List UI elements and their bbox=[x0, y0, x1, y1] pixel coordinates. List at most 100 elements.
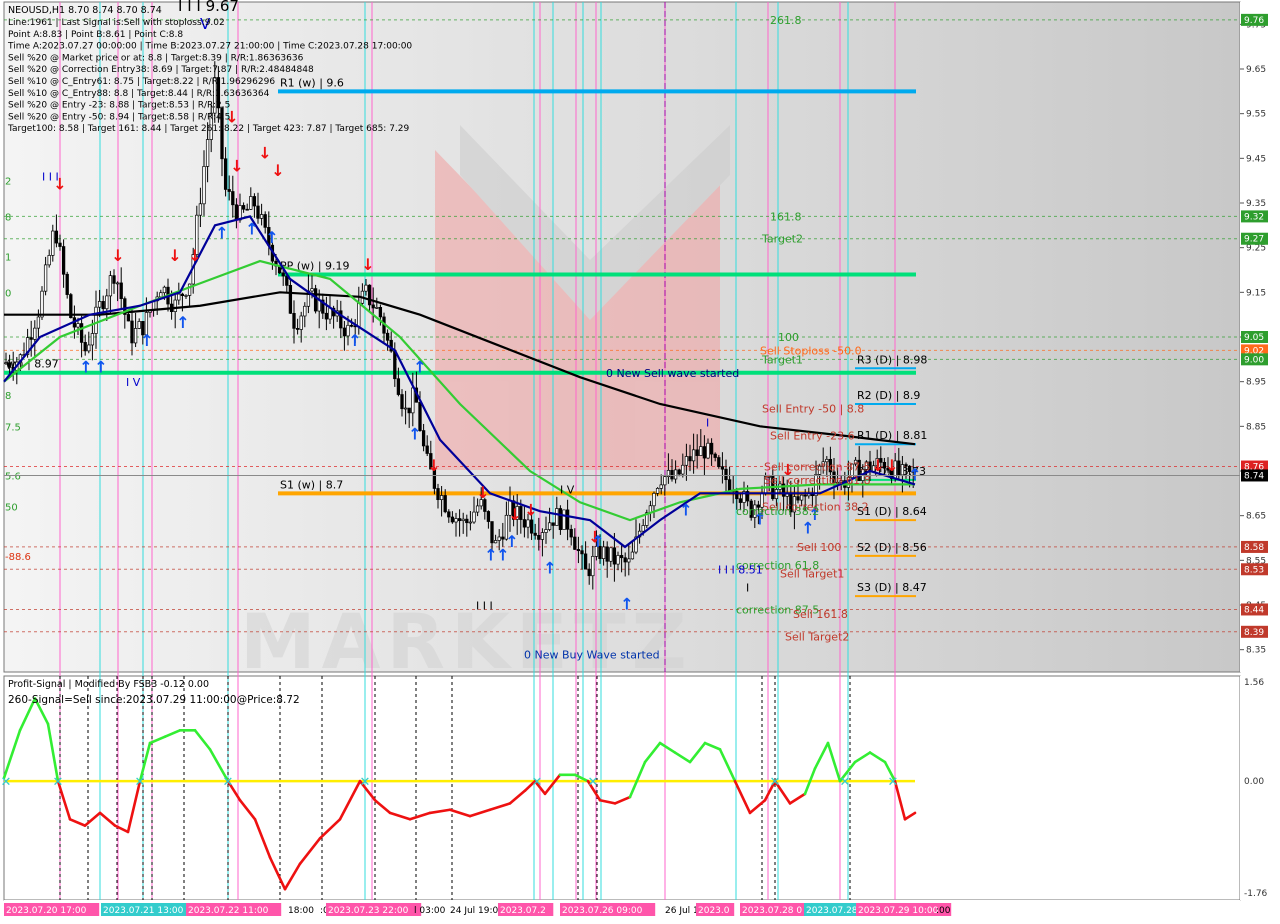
candle-body bbox=[263, 214, 267, 228]
candle-body bbox=[407, 407, 411, 414]
sell-arrow-icon: ↓ bbox=[885, 456, 898, 475]
candle-body bbox=[180, 293, 185, 297]
crossover-icon: ✕ bbox=[888, 775, 899, 790]
candle-body bbox=[245, 208, 249, 211]
candle-body bbox=[472, 511, 476, 523]
fib-label: 100 bbox=[778, 331, 799, 344]
candle-body bbox=[627, 558, 631, 563]
candle-body bbox=[738, 498, 743, 503]
candle-body bbox=[367, 284, 372, 306]
candle-body bbox=[259, 214, 264, 219]
fib-label: Sell Target1 bbox=[780, 568, 844, 581]
level-label: S2 (D) | 8.56 bbox=[857, 541, 927, 554]
candle-body bbox=[663, 476, 667, 486]
symbol-line: NEOUSD,H1 8.70 8.74 8.70 8.74 bbox=[8, 5, 162, 16]
indicator-tick-label: -1.76 bbox=[1244, 889, 1268, 899]
candle-body bbox=[4, 362, 8, 365]
candle-body bbox=[7, 362, 12, 368]
info-line: Sell %20 @ Entry -23: 8.88 | Target:8.53… bbox=[8, 101, 230, 111]
buy-arrow-icon: ↑ bbox=[94, 358, 107, 377]
candle-body bbox=[411, 387, 415, 414]
candle-body bbox=[709, 442, 714, 455]
sell-arrow-icon: ↓ bbox=[871, 456, 884, 475]
candle-body bbox=[684, 456, 689, 466]
candle-body bbox=[720, 466, 725, 470]
info-line: Target100: 8.58 | Target 161: 8.44 | Tar… bbox=[7, 124, 410, 134]
candle-body bbox=[47, 255, 51, 266]
buy-arrow-icon: ↑ bbox=[679, 501, 692, 520]
candle-body bbox=[673, 469, 678, 480]
wave-label: 0 New Sell wave started bbox=[606, 367, 739, 380]
candle-body bbox=[587, 568, 591, 577]
candle-body bbox=[29, 337, 33, 340]
indicator-panel bbox=[3, 675, 1241, 901]
candle-body bbox=[583, 553, 588, 570]
candle-body bbox=[425, 445, 429, 454]
price-marker-label: 9.00 bbox=[1244, 355, 1264, 365]
candle-body bbox=[375, 307, 379, 309]
time-tick-label: 2023.07.26 09:00 bbox=[562, 906, 643, 916]
candle-body bbox=[475, 505, 480, 513]
price-tick-label: 9.45 bbox=[1246, 154, 1266, 164]
price-marker-label: 9.05 bbox=[1244, 333, 1264, 343]
candle-body bbox=[717, 457, 721, 467]
info-line: Line:1961 | Last Signal is:Sell with sto… bbox=[8, 18, 225, 28]
fib-label: Sell 161.8 bbox=[793, 608, 848, 621]
candle-body bbox=[119, 282, 123, 300]
candle-body bbox=[162, 286, 167, 294]
candle-body bbox=[688, 456, 692, 462]
crossover-icon: ✕ bbox=[223, 775, 234, 790]
candle-body bbox=[450, 516, 455, 523]
candle-body bbox=[529, 519, 534, 534]
level-label: S3 (D) | 8.47 bbox=[857, 581, 927, 594]
candle-body bbox=[436, 488, 440, 501]
price-tick-label: 9.25 bbox=[1246, 244, 1266, 254]
trading-chart[interactable]: MARKETZ R1 (w) | 9.6PP (w) | 9.19S1 (w) … bbox=[0, 0, 1280, 920]
time-axis: 2023.07.20 17:00 2023.07.21 13:00 2023.07.… bbox=[4, 900, 1240, 920]
level-label: R3 (D) | 8.98 bbox=[857, 353, 927, 366]
candle-body bbox=[652, 492, 656, 507]
sell-arrow-icon: ↓ bbox=[427, 456, 440, 475]
price-tick-label: 9.35 bbox=[1246, 199, 1266, 209]
price-tick-label: 8.85 bbox=[1246, 422, 1266, 432]
fib-label: Target2 bbox=[761, 233, 803, 246]
info-line: Sell %20 @ Entry -50: 8.94 | Target:8.58… bbox=[8, 112, 230, 122]
sell-arrow-icon: ↓ bbox=[111, 246, 124, 265]
buy-arrow-icon: ↑ bbox=[413, 358, 426, 377]
crossover-icon: ✕ bbox=[532, 775, 543, 790]
candle-body bbox=[490, 521, 494, 544]
buy-arrow-icon: ↑ bbox=[348, 331, 361, 350]
sell-arrow-icon: ↓ bbox=[361, 255, 374, 274]
time-tick-label: 24 Jul 19:00 bbox=[450, 906, 504, 916]
candle-body bbox=[126, 314, 131, 322]
candle-body bbox=[468, 521, 473, 524]
candle-body bbox=[605, 546, 609, 562]
crossover-icon: ✕ bbox=[770, 775, 781, 790]
crossover-icon: ✕ bbox=[53, 775, 64, 790]
candle-body bbox=[799, 494, 804, 501]
candle-body bbox=[173, 299, 177, 312]
buy-arrow-icon: ↑ bbox=[140, 331, 153, 350]
indicator-tick-label: 1.56 bbox=[1244, 678, 1264, 688]
candle-body bbox=[202, 166, 206, 205]
buy-arrow-icon: ↑ bbox=[543, 559, 556, 578]
sell-arrow-icon: ↓ bbox=[188, 246, 201, 265]
candle-body bbox=[562, 509, 566, 530]
candle-body bbox=[61, 246, 66, 275]
candle-body bbox=[400, 394, 404, 410]
candle-body bbox=[76, 323, 80, 328]
candle-body bbox=[328, 307, 332, 320]
time-tick-label: 2023.07.28 bbox=[806, 906, 858, 916]
wave-label: 0 New Buy Wave started bbox=[524, 649, 660, 662]
crossover-icon: ✕ bbox=[135, 775, 146, 790]
price-marker-label: 8.74 bbox=[1244, 471, 1264, 481]
time-tick-label: l 03:00 bbox=[414, 906, 446, 916]
fib-label: Sell Target2 bbox=[785, 630, 849, 643]
candle-body bbox=[900, 464, 905, 476]
buy-arrow-icon: ↑ bbox=[265, 228, 278, 247]
candle-body bbox=[184, 295, 188, 297]
edge-label: 0 bbox=[5, 288, 11, 299]
candle-body bbox=[324, 312, 329, 320]
buy-arrow-icon: ↑ bbox=[245, 219, 258, 238]
time-tick-label: 2023.07.21 13:00 bbox=[103, 906, 184, 916]
